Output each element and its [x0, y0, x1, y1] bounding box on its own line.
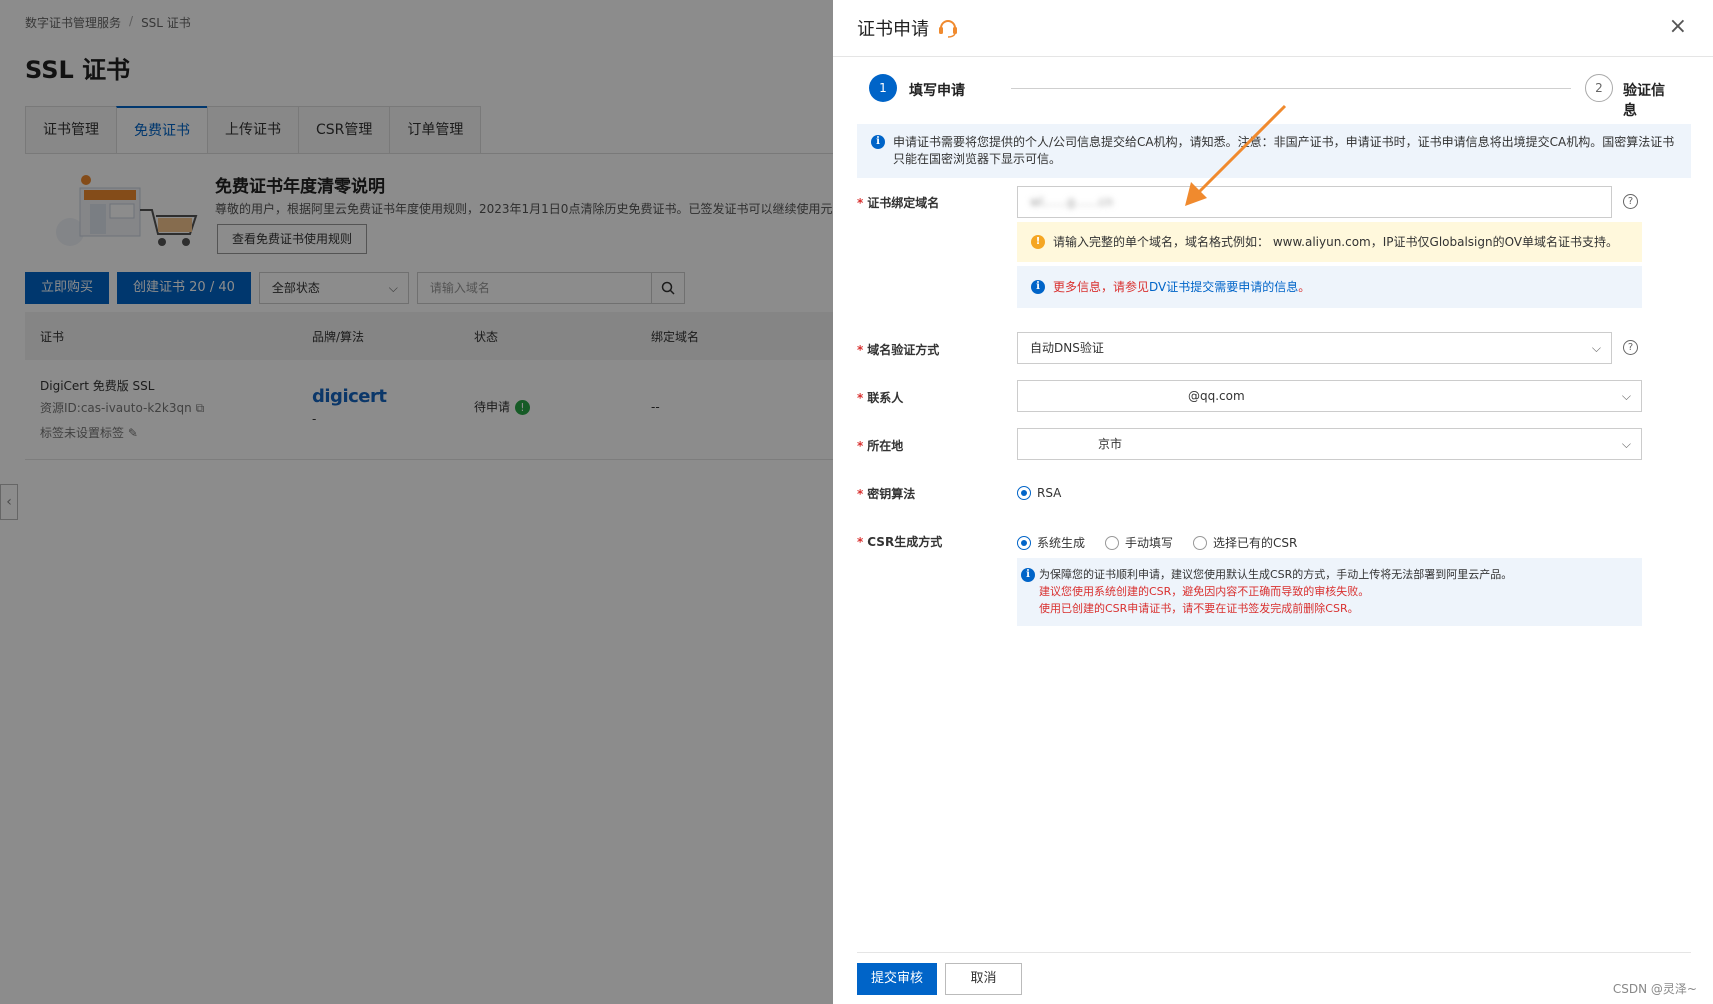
submit-review-button[interactable]: 提交审核 [857, 963, 937, 995]
radio-rsa[interactable]: RSA [1017, 486, 1061, 500]
radio-checked-icon [1017, 535, 1031, 550]
location-label: * 所在地 [857, 439, 904, 453]
watermark: CSDN @灵泽~ [1612, 982, 1697, 996]
cert-apply-drawer: 证书申请 × 1 填写申请 2 验证信息 i 申请证书需要将您提供的个人/公司信… [833, 0, 1713, 1004]
more-info-suffix: 。 [1298, 280, 1311, 294]
step-1-label: 填写申请 [909, 83, 965, 99]
csr-note-3: 使用已创建的CSR申请证书，请不要在证书签发完成前删除CSR。 [1039, 602, 1359, 615]
info-icon: i [871, 135, 885, 149]
domain-input-value: wl……g……cn [1030, 195, 1113, 209]
cancel-button[interactable]: 取消 [945, 963, 1022, 995]
csr-note-1: 为保障您的证书顺利申请，建议您使用默认生成CSR的方式，手动上传将无法部署到阿里… [1039, 568, 1513, 581]
dv-info-link[interactable]: DV证书提交需要申请的信息 [1149, 280, 1298, 294]
domain-input[interactable]: wl……g……cn [1017, 186, 1612, 218]
chevron-down-icon: ⌵ [1621, 437, 1631, 451]
annotation-arrow-icon [1185, 104, 1287, 206]
location-select[interactable]: 京市 ⌵ [1017, 428, 1642, 460]
csr-method-group: 系统生成 手动填写 选择已有的CSR [1017, 534, 1297, 551]
help-icon[interactable]: ? [1623, 194, 1638, 209]
step-2-indicator: 2 [1585, 74, 1613, 102]
csr-method-label: * CSR生成方式 [857, 535, 943, 549]
radio-existing-csr[interactable]: 选择已有的CSR [1193, 534, 1297, 551]
help-icon[interactable]: ? [1623, 340, 1638, 355]
radio-unchecked-icon [1193, 535, 1208, 550]
info-icon: i [1031, 280, 1045, 294]
more-info-alert: i 更多信息，请参见DV证书提交需要申请的信息。 [1017, 266, 1642, 308]
verify-method-value: 自动DNS验证 [1030, 341, 1104, 355]
close-icon[interactable]: × [1669, 14, 1687, 40]
chevron-down-icon: ⌵ [1591, 341, 1601, 355]
headset-icon[interactable] [937, 16, 959, 38]
domain-label: * 证书绑定域名 [857, 196, 940, 210]
key-algorithm-group: RSA [1017, 486, 1061, 500]
contact-label: * 联系人 [857, 391, 904, 405]
footer-divider [857, 952, 1691, 953]
domain-format-text: 请输入完整的单个域名，域名格式例如： www.aliyun.com，IP证书仅G… [1053, 235, 1619, 249]
drawer-header: 证书申请 × [833, 0, 1713, 57]
domain-format-warning: ! 请输入完整的单个域名，域名格式例如： www.aliyun.com，IP证书… [1017, 222, 1642, 262]
location-value: 京市 [1098, 437, 1123, 451]
more-info-prefix: 更多信息，请参见 [1053, 280, 1150, 294]
verify-method-label: * 域名验证方式 [857, 343, 940, 357]
modal-overlay[interactable] [0, 0, 833, 1004]
info-icon: i [1021, 568, 1035, 582]
drawer-title: 证书申请 [857, 19, 929, 40]
csr-note-2: 建议您使用系统创建的CSR，避免因内容不正确而导致的审核失败。 [1039, 585, 1370, 598]
radio-manual-fill[interactable]: 手动填写 [1105, 534, 1173, 551]
step-1-indicator: 1 [869, 74, 897, 102]
contact-value: @qq.com [1188, 389, 1245, 403]
radio-system-generate[interactable]: 系统生成 [1017, 534, 1085, 551]
key-algorithm-label: * 密钥算法 [857, 487, 916, 501]
step-2-label: 验证信息 [1623, 83, 1665, 119]
warning-icon: ! [1031, 235, 1045, 249]
step-connector [1011, 88, 1571, 89]
radio-checked-icon [1017, 486, 1031, 500]
chevron-down-icon: ⌵ [1621, 389, 1631, 403]
contact-select[interactable]: @qq.com ⌵ [1017, 380, 1642, 412]
csr-info-alert: i 为保障您的证书顺利申请，建议您使用默认生成CSR的方式，手动上传将无法部署到… [1017, 558, 1642, 626]
verify-method-select[interactable]: 自动DNS验证 ⌵ [1017, 332, 1612, 364]
radio-unchecked-icon [1105, 535, 1120, 550]
